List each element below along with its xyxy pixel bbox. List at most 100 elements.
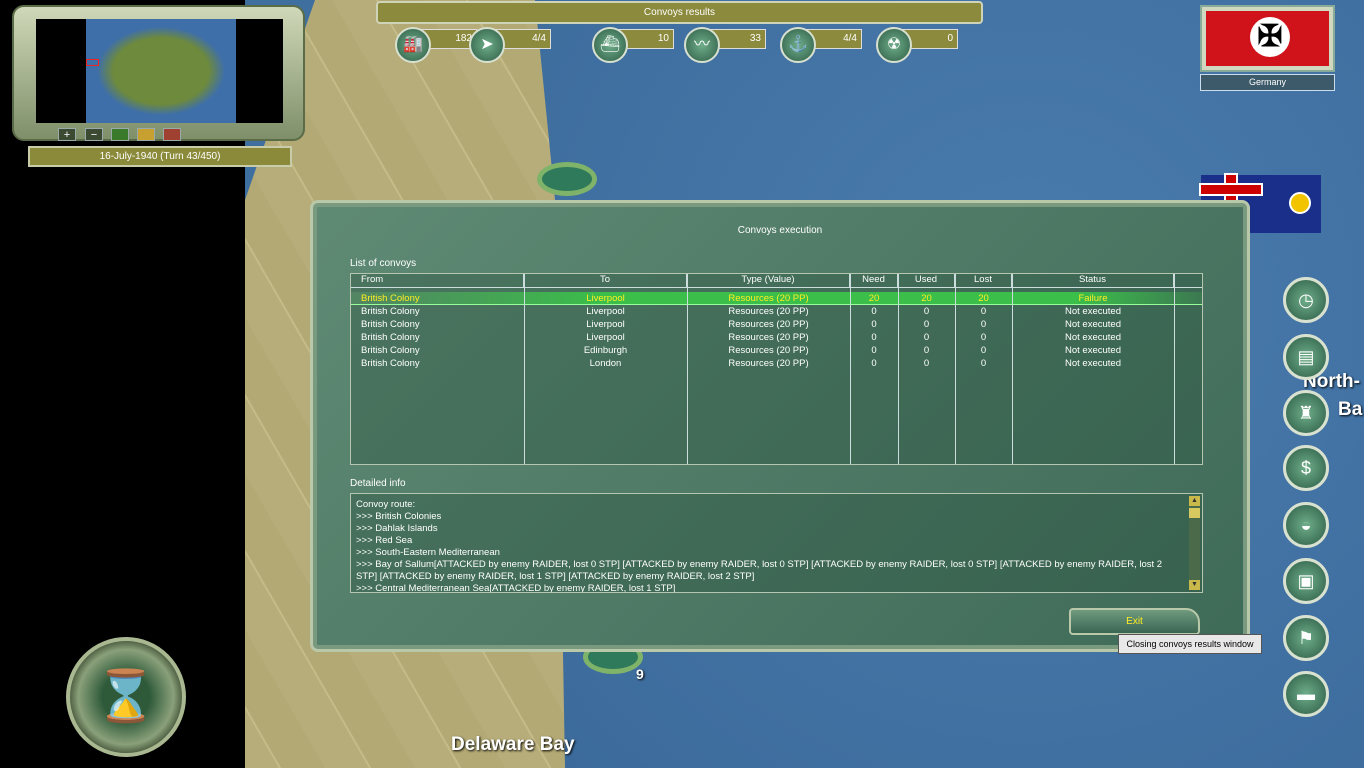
nation-flag-germany[interactable]: ✠ xyxy=(1200,5,1335,72)
table-row[interactable]: British Colony Liverpool Resources (20 PP)… xyxy=(351,292,1202,305)
money-button[interactable]: $ xyxy=(1283,445,1329,491)
unit-count: 9 xyxy=(636,666,644,682)
research-button[interactable]: ◒ xyxy=(1283,502,1329,548)
column-header-need[interactable]: Need xyxy=(850,274,898,287)
turn-date: 16-July-1940 (Turn 43/450) xyxy=(28,146,292,167)
terrain-filter-icon[interactable] xyxy=(111,128,129,141)
cell-lost: 0 xyxy=(980,319,987,330)
cell-status: Not executed xyxy=(1065,358,1121,369)
cell-status: Failure xyxy=(1078,293,1108,304)
resource-industry[interactable]: 182 🏭 xyxy=(395,27,479,63)
cell-need: 0 xyxy=(871,345,877,356)
supply-filter-icon[interactable] xyxy=(163,128,181,141)
cell-status: Not executed xyxy=(1065,306,1121,317)
minimap-viewport[interactable] xyxy=(86,59,99,66)
nation-name: Germany xyxy=(1200,74,1335,91)
cell-used: 0 xyxy=(923,345,930,356)
table-row[interactable]: British Colony Edinburgh Resources (20 PP)… xyxy=(351,344,1202,357)
cell-type: Resources (20 PP) xyxy=(728,319,809,330)
cell-lost: 0 xyxy=(980,306,987,317)
cell-status: Not executed xyxy=(1065,345,1121,356)
map-icon: 〰 xyxy=(684,27,720,63)
cell-to: Liverpool xyxy=(586,306,625,317)
top-title-bar: Convoys results xyxy=(376,1,983,24)
column-header-to[interactable]: To xyxy=(524,274,687,287)
cell-to: London xyxy=(589,358,622,369)
cell-to: Liverpool xyxy=(586,293,625,304)
clock-button[interactable]: ◷ xyxy=(1283,277,1329,323)
table-row[interactable]: British Colony London Resources (20 PP) 0 0 0… xyxy=(351,357,1202,370)
political-filter-icon[interactable] xyxy=(137,128,155,141)
cell-used: 20 xyxy=(921,293,932,304)
exit-button[interactable]: Exit xyxy=(1069,608,1200,635)
column-divider xyxy=(1012,274,1013,464)
table-row[interactable]: British Colony Liverpool Resources (20 PP)… xyxy=(351,331,1202,344)
exit-tooltip: Closing convoys results window xyxy=(1118,634,1262,654)
cell-need: 0 xyxy=(871,306,877,317)
table-row[interactable]: British Colony Liverpool Resources (20 PP)… xyxy=(351,305,1202,318)
zoom-in-button[interactable]: + xyxy=(58,128,76,141)
detail-line: >>> Central Mediterranean Sea[ATTACKED b… xyxy=(356,583,676,593)
column-header-used[interactable]: Used xyxy=(898,274,955,287)
column-header-lost[interactable]: Lost xyxy=(955,274,1012,287)
cell-from: British Colony xyxy=(361,332,420,343)
column-divider xyxy=(1174,274,1175,464)
cell-to: Liverpool xyxy=(586,332,625,343)
scroll-down-icon[interactable]: ▼ xyxy=(1189,580,1200,590)
cell-need: 0 xyxy=(871,332,877,343)
map-label-delaware-bay: Delaware Bay xyxy=(451,734,575,755)
history-button[interactable]: ⚑ xyxy=(1283,615,1329,661)
production-button[interactable]: ♜ xyxy=(1283,390,1329,436)
detail-line: Convoy route: xyxy=(356,499,416,510)
ship-icon: ⛴ xyxy=(592,27,628,63)
detail-line: >>> Bay of Sallum[ATTACKED by enemy RAID… xyxy=(356,559,1163,582)
scroll-thumb[interactable] xyxy=(1189,508,1200,518)
book-button[interactable]: ▬ xyxy=(1283,671,1329,717)
cell-type: Resources (20 PP) xyxy=(728,358,809,369)
column-header-type[interactable]: Type (Value) xyxy=(687,274,850,287)
unit-marker[interactable] xyxy=(537,162,597,196)
end-turn-button[interactable]: ⌛ xyxy=(66,637,186,757)
cell-lost: 0 xyxy=(980,358,987,369)
column-header-from[interactable]: From xyxy=(351,274,524,287)
column-header-status[interactable]: Status xyxy=(1012,274,1174,287)
cell-type: Resources (20 PP) xyxy=(728,306,809,317)
resource-arrow[interactable]: 4/4 ➤ xyxy=(469,27,553,63)
arrow-icon: ➤ xyxy=(469,27,505,63)
detail-line: >>> Red Sea xyxy=(356,535,413,546)
computer-button[interactable]: ▣ xyxy=(1283,558,1329,604)
resource-ship[interactable]: 10 ⛴ xyxy=(592,27,676,63)
cell-used: 0 xyxy=(923,332,930,343)
table-row[interactable]: British Colony Liverpool Resources (20 PP)… xyxy=(351,318,1202,331)
scroll-up-icon[interactable]: ▲ xyxy=(1189,496,1200,506)
detail-scrollbar[interactable]: ▲ ▼ xyxy=(1189,496,1200,590)
dialog-title: Convoys execution xyxy=(737,225,823,236)
resource-map[interactable]: 33 〰 xyxy=(684,27,768,63)
resource-nuclear[interactable]: 0 ☢ xyxy=(876,27,960,63)
column-divider xyxy=(687,274,688,464)
cell-lost: 0 xyxy=(980,332,987,343)
minimap[interactable]: + − xyxy=(12,5,305,141)
zoom-out-button[interactable]: − xyxy=(85,128,103,141)
convoys-table: From To Type (Value) Need Used Lost Status Bri… xyxy=(350,273,1203,465)
convoys-dialog: Convoys execution List of convoys From To… xyxy=(310,200,1250,652)
cell-lost: 0 xyxy=(980,345,987,356)
map-label-ba: Ba xyxy=(1338,399,1363,420)
cell-from: British Colony xyxy=(361,319,420,330)
cell-status: Not executed xyxy=(1065,319,1121,330)
cell-to: Edinburgh xyxy=(583,345,628,356)
cell-type: Resources (20 PP) xyxy=(728,293,809,304)
cell-from: British Colony xyxy=(361,306,420,317)
detail-line: >>> South-Eastern Mediterranean xyxy=(356,547,500,558)
cell-used: 0 xyxy=(923,358,930,369)
cell-from: British Colony xyxy=(361,358,420,369)
cell-need: 20 xyxy=(868,293,880,304)
cell-used: 0 xyxy=(923,319,930,330)
cell-from: British Colony xyxy=(361,345,420,356)
cell-lost: 20 xyxy=(978,293,989,304)
column-divider xyxy=(898,274,899,464)
resource-submarine[interactable]: 4/4 ⚓ xyxy=(780,27,864,63)
detail-label: Detailed info xyxy=(350,478,406,489)
list-label: List of convoys xyxy=(350,258,417,269)
diplomacy-button[interactable]: ▤ xyxy=(1283,334,1329,380)
